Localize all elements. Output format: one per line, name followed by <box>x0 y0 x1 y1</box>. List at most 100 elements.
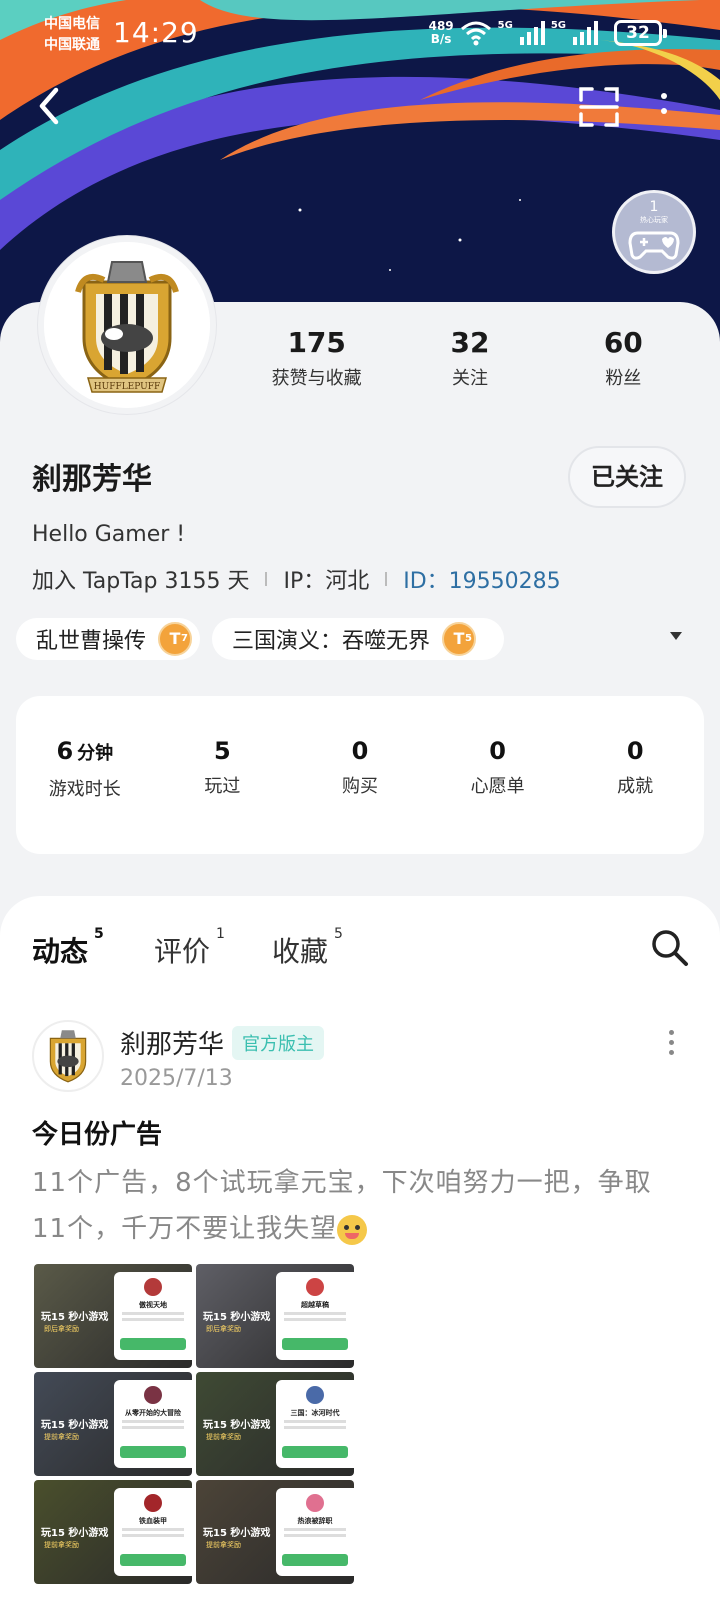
ad-game-title: 傲视天地 <box>139 1301 167 1309</box>
image-cta-text: 玩15 秒小游戏 <box>203 1312 271 1323</box>
battery-indicator: 32 <box>614 20 667 46</box>
user-name: 刹那芳华 <box>32 462 152 497</box>
ad-play-button <box>282 1338 348 1350</box>
game-icon <box>306 1494 324 1512</box>
playtime-value: 6 <box>56 737 74 765</box>
game-tag-name: 乱世曹操传 <box>36 629 147 654</box>
tab-posts-label: 动态 <box>32 935 89 968</box>
emoji-icon <box>337 1214 368 1245</box>
post-body[interactable]: 11个广告，8个试玩拿元宝，下次咱努力一把，争取11个，千万不要让我失望 <box>32 1160 682 1252</box>
ad-text-lines <box>122 1420 184 1423</box>
game-icon <box>144 1278 162 1296</box>
svg-text:HUFFLEPUFF: HUFFLEPUFF <box>94 382 160 392</box>
playtime-label: 游戏时长 <box>48 779 121 800</box>
divider <box>265 572 268 586</box>
post-image[interactable]: 玩15 秒小游戏 提前拿奖励 三国：冰河时代 <box>196 1372 354 1476</box>
dot-icon <box>668 1030 674 1035</box>
stat-likes[interactable]: 175 获赞与收藏 <box>240 326 393 390</box>
stat-purchased[interactable]: 0 购买 <box>291 736 429 854</box>
signal-2-type: 5G <box>550 20 566 31</box>
post-title[interactable]: 今日份广告 <box>32 1114 162 1151</box>
post-image[interactable]: 玩15 秒小游戏 即后拿奖励 超越草稿 <box>196 1264 354 1368</box>
post-image[interactable]: 玩15 秒小游戏 提前拿奖励 从零开始的大冒险 <box>34 1372 192 1476</box>
official-moderator-badge: 官方版主 <box>232 1025 325 1060</box>
achievements-label: 成就 <box>617 776 654 797</box>
user-meta: 加入 TapTap 3155 天 IP：河北 ID：19550285 <box>32 563 561 595</box>
game-tag-1[interactable]: 乱世曹操传 T7 <box>16 618 200 660</box>
stat-played[interactable]: 5 玩过 <box>154 736 292 854</box>
image-sub-text: 提前拿奖励 <box>206 1433 241 1441</box>
ad-card-panel: 傲视天地 <box>114 1272 192 1360</box>
user-avatar[interactable]: HUFFLEPUFF <box>38 236 216 414</box>
image-cta-text: 玩15 秒小游戏 <box>41 1420 109 1431</box>
following-count: 32 <box>450 326 490 359</box>
played-value: 5 <box>214 737 231 765</box>
signal-icon-2 <box>573 21 598 45</box>
back-button[interactable] <box>30 84 70 128</box>
tab-posts[interactable]: 动态 5 <box>32 926 104 980</box>
stat-achievements[interactable]: 0 成就 <box>566 736 704 854</box>
playtime-unit: 分钟 <box>77 743 114 764</box>
likes-label: 获赞与收藏 <box>271 368 362 389</box>
level-badge-icon: T7 <box>158 622 193 656</box>
purchased-label: 购买 <box>341 776 378 797</box>
image-sub-text: 提前拿奖励 <box>206 1541 241 1549</box>
stat-followers[interactable]: 60 粉丝 <box>547 326 700 390</box>
purchased-value: 0 <box>351 737 369 765</box>
feed-section: 动态5 评价1 收藏5 刹那芳华 官方版主 2025/7/13 今日份广告 11… <box>0 896 720 1600</box>
post-more-button[interactable] <box>666 1030 676 1060</box>
game-tag-2[interactable]: 三国演义：吞噬无界 T5 <box>212 618 504 660</box>
wishlist-value: 0 <box>489 737 506 765</box>
badge-count: 1 <box>649 199 659 215</box>
game-tag-name: 三国演义：吞噬无界 <box>232 629 431 654</box>
image-sub-text: 即后拿奖励 <box>206 1325 241 1333</box>
tab-posts-count: 5 <box>94 926 104 942</box>
stat-following[interactable]: 32 关注 <box>393 326 546 390</box>
ad-game-title: 三国：冰河时代 <box>290 1409 340 1417</box>
user-id[interactable]: ID：19550285 <box>403 563 560 595</box>
more-options-button[interactable] <box>656 90 672 126</box>
image-sub-text: 即后拿奖励 <box>44 1325 79 1333</box>
gamepad-icon <box>628 231 680 260</box>
search-button[interactable] <box>650 928 690 968</box>
dot-icon <box>661 93 667 99</box>
status-bar: 中国电信 中国联通 14:29 489 B/s 5G 5G 32 <box>0 0 720 60</box>
post-image[interactable]: 玩15 秒小游戏 提前拿奖励 热浪被辞职 <box>196 1480 354 1584</box>
post-author: 刹那芳华 官方版主 <box>120 1024 325 1061</box>
stat-playtime[interactable]: 6 分钟 游戏时长 <box>16 736 154 854</box>
following-label: 关注 <box>451 368 488 389</box>
post-author-name[interactable]: 刹那芳华 <box>120 1024 224 1061</box>
achievements-value: 0 <box>626 737 644 765</box>
post-image[interactable]: 玩15 秒小游戏 即后拿奖励 傲视天地 <box>34 1264 192 1368</box>
player-badge[interactable]: 1 热心玩家 <box>612 190 696 274</box>
signal-icon <box>519 21 545 45</box>
post-author-avatar[interactable] <box>32 1020 104 1092</box>
ad-play-button <box>120 1338 186 1350</box>
followers-label: 粉丝 <box>605 368 642 389</box>
wifi-icon <box>460 21 491 46</box>
ad-play-button <box>282 1446 348 1458</box>
ad-game-title: 超越草稿 <box>301 1301 329 1309</box>
social-stats: 175 获赞与收藏 32 关注 60 粉丝 <box>240 326 700 390</box>
post-image[interactable]: 玩15 秒小游戏 提前拿奖励 铁血装甲 <box>34 1480 192 1584</box>
dot-icon <box>661 108 667 114</box>
hufflepuff-crest-icon: HUFFLEPUFF <box>44 242 210 408</box>
likes-count: 175 <box>287 326 346 359</box>
ad-text-lines <box>284 1312 346 1315</box>
ad-play-button <box>120 1446 186 1458</box>
follow-button[interactable]: 已关注 <box>568 446 686 508</box>
game-tag-list: 乱世曹操传 T7 三国演义：吞噬无界 T5 <box>16 618 706 660</box>
signal-1-type: 5G <box>497 20 513 31</box>
expand-tags-icon[interactable] <box>670 632 682 640</box>
ad-play-button <box>282 1554 348 1566</box>
search-icon <box>652 930 688 966</box>
ad-game-title: 铁血装甲 <box>139 1517 167 1525</box>
scan-button[interactable] <box>578 86 620 128</box>
tab-reviews[interactable]: 评价 1 <box>154 926 225 970</box>
tab-favorites[interactable]: 收藏 5 <box>272 926 343 970</box>
ad-text-lines <box>284 1528 346 1531</box>
image-sub-text: 提前拿奖励 <box>44 1433 79 1441</box>
stat-wishlist[interactable]: 0 心愿单 <box>429 736 567 854</box>
game-icon <box>144 1494 162 1512</box>
tab-reviews-label: 评价 <box>154 935 211 968</box>
